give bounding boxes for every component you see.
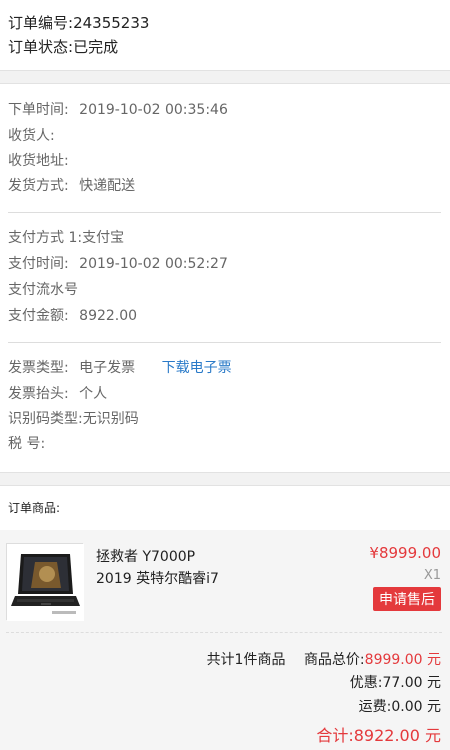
order-time-label: 下单时间:: [8, 102, 69, 118]
summary-shipping: 运费:0.00 元: [359, 696, 441, 716]
after-sale-button[interactable]: 申请售后: [373, 587, 441, 611]
payment-serial-label: 支付流水号: [8, 282, 78, 298]
receiver-row: 收货人:: [8, 126, 55, 146]
order-status-label: 订单状态:: [8, 38, 74, 56]
section-gap: [0, 472, 450, 486]
grand-total-label: 合计:: [316, 726, 354, 745]
payment-method-label: 支付方式 1:: [8, 230, 83, 246]
invoice-header-label: 发票抬头:: [8, 386, 69, 402]
payment-time-label: 支付时间:: [8, 256, 69, 272]
grand-total-value: 8922.00 元: [353, 726, 441, 745]
receiver-label: 收货人:: [8, 128, 55, 144]
discount-value: 77.00 元: [382, 675, 441, 691]
address-label: 收货地址:: [8, 153, 69, 169]
order-number: 订单编号:24355233: [8, 13, 149, 33]
summary-discount: 优惠:77.00 元: [350, 672, 441, 692]
address-row: 收货地址:: [8, 151, 69, 171]
dashed-divider: [6, 632, 442, 633]
order-time-row: 下单时间: 2019-10-02 00:35:46: [8, 100, 228, 120]
item-count: 共计1件商品: [206, 652, 286, 668]
invoice-type-label: 发票类型:: [8, 360, 69, 376]
product-thumbnail[interactable]: [6, 543, 84, 621]
id-type-row: 识别码类型:无识别码: [8, 409, 139, 429]
product-quantity: X1: [423, 568, 441, 583]
divider: [8, 212, 441, 213]
order-time-value: 2019-10-02 00:35:46: [79, 102, 228, 118]
invoice-type-row: 发票类型: 电子发票 下载电子票: [8, 358, 232, 378]
invoice-type-value: 电子发票: [79, 360, 136, 376]
order-header: 订单编号:24355233 订单状态:已完成: [0, 0, 450, 70]
tax-number-row: 税 号:: [8, 434, 45, 454]
summary-goods-total: 共计1件商品 商品总价:8999.00 元: [207, 649, 441, 669]
goods-total-value: 8999.00 元: [364, 652, 441, 668]
order-number-value: 24355233: [73, 14, 150, 32]
payment-serial-row: 支付流水号: [8, 280, 78, 300]
goods-area: 拯救者 Y7000P 2019 英特尔酷睿i7 ¥8999.00 X1 申请售后…: [0, 530, 450, 750]
product-price: ¥8999.00: [369, 544, 441, 562]
summary-grand-total: 合计:8922.00 元: [316, 722, 441, 746]
payment-method-row: 支付方式 1:支付宝: [8, 228, 124, 248]
goods-title: 订单商品:: [8, 501, 61, 515]
invoice-header-value: 个人: [79, 386, 108, 402]
delivery-value: 快递配送: [79, 178, 136, 194]
order-status-value: 已完成: [73, 38, 119, 56]
order-info-section: 下单时间: 2019-10-02 00:35:46 收货人: 收货地址: 发货方…: [0, 84, 450, 464]
section-gap: [0, 70, 450, 84]
id-type-value: 无识别码: [82, 411, 139, 427]
payment-method-value: 支付宝: [82, 230, 125, 246]
payment-time-row: 支付时间: 2019-10-02 00:52:27: [8, 254, 228, 274]
invoice-header-row: 发票抬头: 个人: [8, 384, 107, 404]
tax-number-label: 税 号:: [8, 436, 46, 452]
discount-label: 优惠:: [349, 675, 383, 691]
goods-total-label: 商品总价:: [303, 652, 365, 668]
delivery-label: 发货方式:: [8, 178, 69, 194]
product-name[interactable]: 拯救者 Y7000P 2019 英特尔酷睿i7: [96, 546, 296, 590]
payment-amount-value: 8922.00: [79, 308, 138, 324]
order-status: 订单状态:已完成: [8, 37, 118, 57]
product-name-line1: 拯救者 Y7000P: [96, 549, 196, 565]
shipping-fee-label: 运费:: [358, 699, 392, 715]
product-name-line2: 2019 英特尔酷睿i7: [96, 571, 219, 587]
shipping-fee-value: 0.00 元: [391, 699, 441, 715]
payment-amount-row: 支付金额: 8922.00: [8, 306, 137, 326]
delivery-row: 发货方式: 快递配送: [8, 176, 135, 196]
laptop-image: [7, 544, 84, 621]
order-number-label: 订单编号:: [8, 14, 74, 32]
download-invoice-link[interactable]: 下载电子票: [162, 360, 232, 376]
payment-amount-label: 支付金额:: [8, 308, 69, 324]
divider: [8, 342, 441, 343]
id-type-label: 识别码类型:: [8, 411, 83, 427]
payment-time-value: 2019-10-02 00:52:27: [79, 256, 228, 272]
